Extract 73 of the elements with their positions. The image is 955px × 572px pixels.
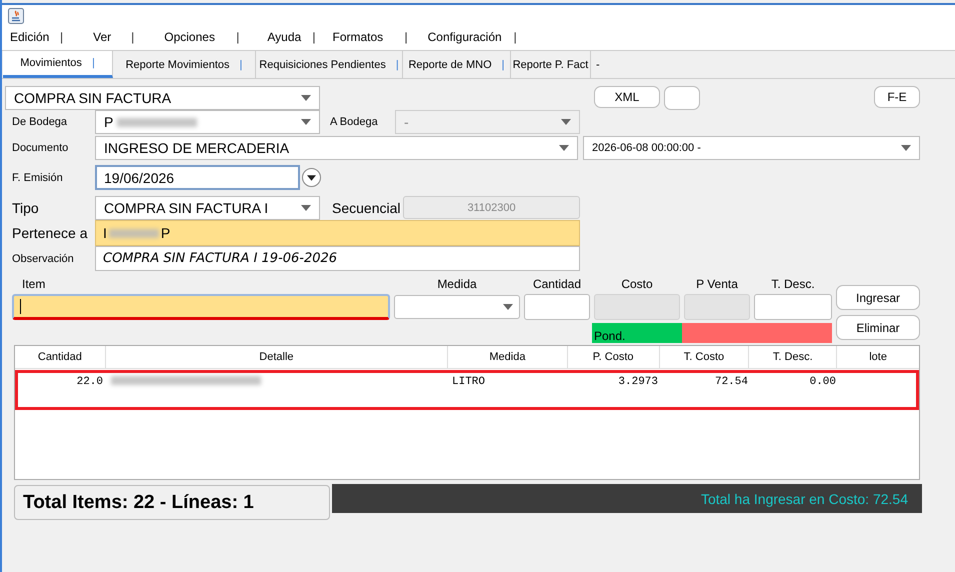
column-label: Costo: [620, 277, 654, 291]
owner-field[interactable]: I P: [95, 220, 580, 246]
dropdown-arrow-icon: [561, 119, 571, 125]
xml-button[interactable]: XML: [594, 86, 660, 108]
caret-icon: [307, 174, 316, 180]
blank-button[interactable]: [664, 86, 700, 110]
menu-item[interactable]: Ver: [93, 30, 132, 44]
dropdown[interactable]: INGRESO DE MERCADERIA: [95, 136, 578, 160]
action-button[interactable]: Ingresar: [836, 285, 920, 310]
table-cell-text: 72.54: [714, 375, 749, 390]
table-cell-text: 3.2973: [617, 375, 659, 390]
entry-field[interactable]: [524, 294, 590, 320]
dropdown-arrow-icon: [301, 119, 311, 125]
column-label: Item: [21, 277, 46, 291]
field-label: De Bodega: [11, 116, 68, 128]
field-label: F. Emisión: [11, 172, 64, 184]
field-label: Secuencial: [331, 200, 402, 216]
table-cell-text: 0.00: [808, 375, 837, 390]
dropdown-arrow-icon: [559, 145, 569, 151]
dropdown[interactable]: P: [95, 110, 320, 134]
column-header[interactable]: Detalle: [106, 346, 448, 368]
tab[interactable]: Reporte P. Fact: [511, 51, 591, 78]
dropdown[interactable]: COMPRA SIN FACTURA I: [95, 196, 320, 220]
menu-separator: |: [404, 30, 408, 44]
menu-item[interactable]: Formatos: [332, 30, 404, 44]
dropdown-arrow-icon: [301, 95, 311, 101]
column-label: T. Desc.: [770, 277, 816, 291]
unit-dropdown[interactable]: [394, 295, 520, 319]
menu-item[interactable]: Ayuda: [267, 30, 312, 44]
calendar-dropdown-button[interactable]: [302, 168, 321, 187]
column-label: P Venta: [695, 277, 739, 291]
field-label: Documento: [11, 142, 70, 154]
text-cursor: [20, 299, 21, 314]
field-label: Observación: [11, 252, 75, 264]
cost-total-bar: Total ha Ingresar en Costo: 72.54: [332, 484, 922, 513]
entry-field[interactable]: [754, 294, 832, 320]
column-header[interactable]: Medida: [448, 346, 568, 368]
date-field[interactable]: 19/06/2026: [95, 165, 300, 190]
table-cell-text: 22.0: [76, 375, 104, 390]
menu-item[interactable]: Opciones: [164, 30, 236, 44]
dropdown-arrow-icon: [503, 304, 513, 310]
fe-button[interactable]: F-E: [874, 86, 920, 108]
field-label: Pertenece a: [11, 225, 88, 241]
menu-separator: |: [60, 30, 64, 44]
menu-separator: |: [312, 30, 316, 44]
app-icon: [8, 8, 24, 24]
column-header[interactable]: P. Costo: [568, 346, 660, 368]
column-label: Cantidad: [532, 277, 582, 291]
menu-item[interactable]: Configuración: [428, 30, 514, 44]
menu-separator: |: [514, 30, 517, 44]
field-label: Tipo: [11, 200, 40, 216]
highlighted-row[interactable]: 22.0 LITRO 3.2973 72.54 0.00: [15, 370, 919, 410]
column-label: Medida: [436, 277, 478, 291]
column-header[interactable]: lote: [837, 346, 919, 368]
dropdown[interactable]: 2026-06-08 00:00:00 -: [583, 136, 920, 160]
action-button[interactable]: Eliminar: [836, 315, 920, 340]
table-cell-text: LITRO: [451, 375, 486, 390]
item-field[interactable]: [12, 294, 390, 320]
tab[interactable]: Movimientos |: [3, 51, 113, 78]
column-header[interactable]: Cantidad: [15, 346, 106, 368]
column-header[interactable]: T. Costo: [660, 346, 750, 368]
menu-item[interactable]: Edición: [10, 30, 60, 44]
menu-separator: |: [236, 30, 240, 44]
totals-panel: Total Items: 22 - Líneas: 1: [14, 485, 330, 520]
menu-separator: |: [131, 30, 134, 44]
field-label: A Bodega: [329, 116, 379, 128]
weighted-indicator: Pond.: [592, 323, 682, 343]
dropdown-arrow-icon: [901, 145, 911, 151]
dropdown-value: P: [104, 114, 198, 130]
dropdown-arrow-icon: [301, 204, 311, 210]
observation-field[interactable]: COMPRA SIN FACTURA I 19-06-2026: [95, 246, 580, 271]
dropdown[interactable]: COMPRA SIN FACTURA: [5, 86, 320, 110]
column-header[interactable]: T. Desc.: [749, 346, 838, 368]
